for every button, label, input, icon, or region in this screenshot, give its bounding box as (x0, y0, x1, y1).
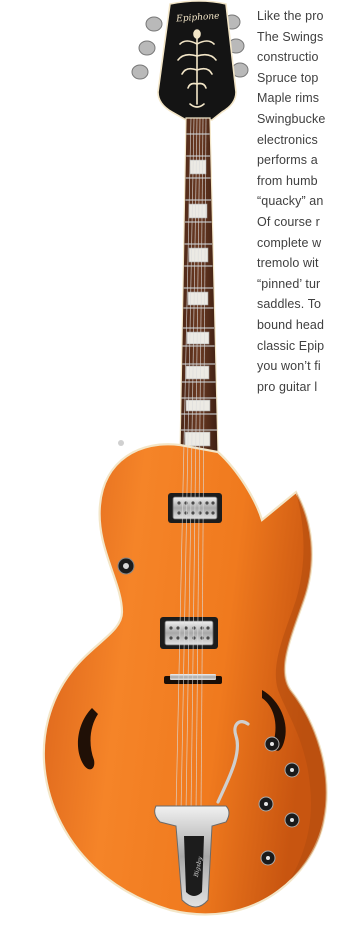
description-line: The Swings (257, 29, 324, 44)
description-line: complete w (257, 235, 322, 250)
description-line: performs a (257, 153, 318, 168)
description-line: pro guitar l (257, 379, 318, 394)
product-photo-panel: Epiphone Bigsby Like the pro The Swings … (0, 0, 357, 939)
pickup-selector-switch (117, 557, 135, 575)
tuner-pegs-left (131, 16, 163, 80)
description-line: classic Epip (257, 338, 325, 353)
description-line: saddles. To (257, 297, 322, 312)
description-line: from humb (257, 173, 318, 188)
strap-button (118, 440, 124, 446)
description-line: you won’t fi (257, 359, 321, 374)
description-line: Maple rims (257, 91, 320, 106)
description-line: “quacky” an (257, 194, 324, 209)
description-line: constructio (257, 50, 319, 65)
description-line: “pinned’ tur (257, 276, 321, 291)
description-line: tremolo wit (257, 256, 319, 271)
description-line: bound head (257, 317, 325, 332)
description-line: Like the pro (257, 9, 324, 23)
description-line: Spruce top (257, 70, 319, 85)
description-line: Of course r (257, 214, 320, 229)
description-line: electronics (257, 132, 318, 147)
description-line: Swingbucke (257, 111, 326, 126)
product-description: Like the pro The Swings constructio Spruce … (257, 6, 357, 397)
